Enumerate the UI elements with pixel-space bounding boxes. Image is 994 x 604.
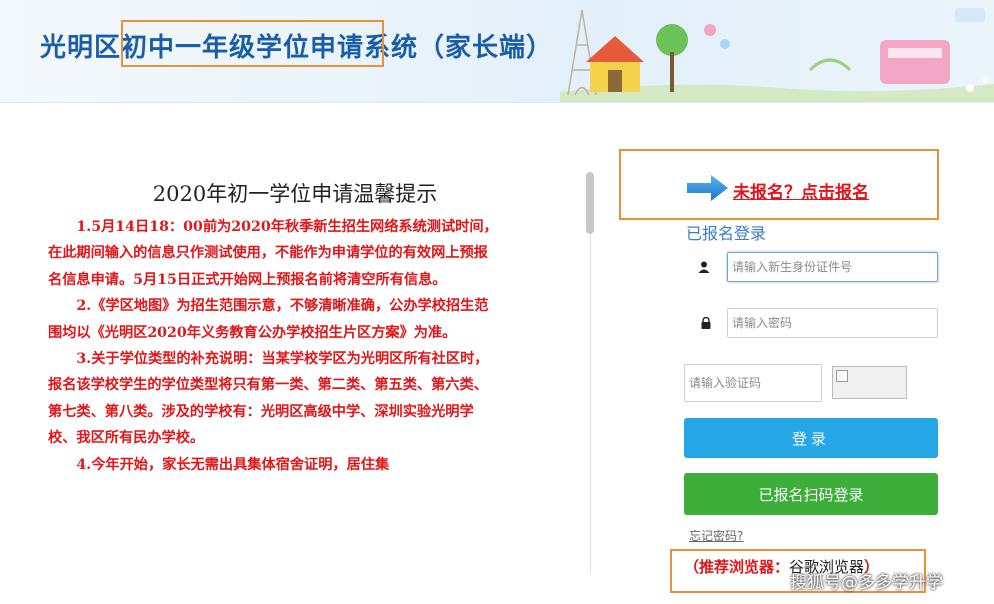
notice-paragraph: 3.关于学位类型的补充说明：当某学校学区为光明区所有社区时，报名该学校学生的学位… xyxy=(48,351,489,447)
notice-paragraph: 4.今年开始，家长无需出具集体宿舍证明，居住集 xyxy=(76,456,390,473)
scrollbar-thumb[interactable] xyxy=(586,172,594,234)
notice-scrollbar[interactable] xyxy=(584,172,596,582)
captcha-input[interactable] xyxy=(685,365,821,401)
lock-icon xyxy=(686,308,726,338)
notice-body: 1.5月14日18：00前为2020年秋季新生招生网络系统测试时间，在此期间输入… xyxy=(48,214,500,478)
user-icon xyxy=(684,252,724,282)
notice-title: 2020年初一学位申请温馨提示 xyxy=(152,182,438,206)
captcha-image[interactable] xyxy=(832,366,907,399)
notice-paragraph: 2.《学区地图》为招生范围示意，不够清晰准确，公办学校招生范围均以《光明区202… xyxy=(48,298,489,341)
login-button[interactable]: 登录 xyxy=(684,418,938,458)
banner-illustration xyxy=(560,8,994,102)
header-banner: 光明区初中一年级学位申请系统（家长端） xyxy=(0,0,994,103)
broken-image-icon xyxy=(836,370,848,382)
qr-login-button[interactable]: 已报名扫码登录 xyxy=(684,473,938,515)
scrollbar-track-line xyxy=(590,234,591,574)
title-highlight-box xyxy=(121,20,384,67)
forgot-password-link[interactable]: 忘记密码? xyxy=(689,527,743,544)
recommend-label: （推荐浏览器： xyxy=(684,558,790,576)
id-number-field[interactable] xyxy=(727,252,938,282)
id-number-input[interactable] xyxy=(728,253,937,281)
password-field[interactable] xyxy=(727,308,938,338)
captcha-field[interactable] xyxy=(684,364,822,402)
login-title: 已报名登录 xyxy=(686,224,767,243)
password-input[interactable] xyxy=(728,309,937,337)
notice-paragraph: 1.5月14日18：00前为2020年秋季新生招生网络系统测试时间，在此期间输入… xyxy=(48,219,498,288)
watermark: 搜狐号@多多学升学 xyxy=(790,573,943,593)
arrow-right-icon xyxy=(687,175,728,201)
register-link[interactable]: 未报名？点击报名 xyxy=(733,178,869,203)
